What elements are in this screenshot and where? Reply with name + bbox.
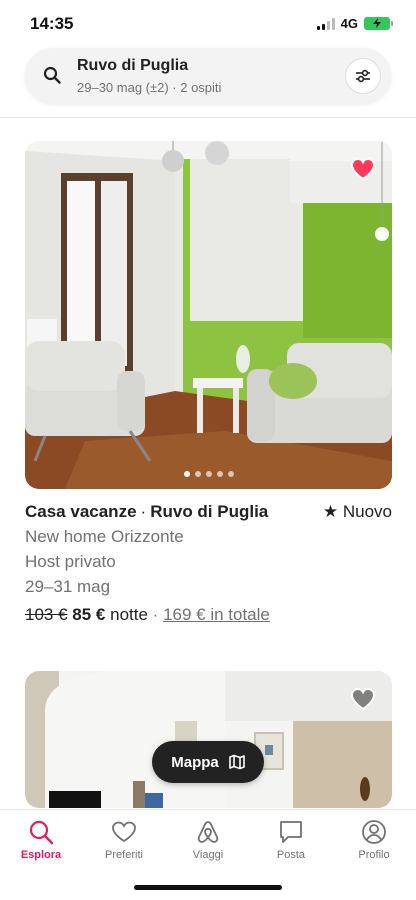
search-location: Ruvo di Puglia [77, 57, 189, 74]
heart-icon [112, 821, 136, 843]
listing-price: 103 € 85 € notte · 169 € in totale [25, 605, 392, 625]
profile-icon [362, 820, 386, 844]
favorite-heart-icon[interactable] [350, 157, 376, 181]
header-divider [0, 117, 416, 118]
search-icon [29, 820, 54, 845]
price-discounted: 85 € [72, 605, 106, 624]
title-separator: · [140, 502, 147, 521]
listing-category: Casa vacanze [25, 502, 137, 521]
filters-button[interactable] [345, 58, 381, 94]
filter-sliders-icon [356, 69, 370, 83]
map-icon [228, 754, 245, 770]
nav-label: Profilo [358, 849, 390, 861]
carousel-dot [183, 471, 190, 477]
price-unit: notte [110, 605, 148, 624]
carousel-dot [227, 471, 234, 477]
chat-icon [280, 821, 302, 843]
nav-item-posta[interactable]: Posta [251, 818, 331, 861]
map-button-label: Mappa [171, 753, 219, 771]
living-room-photo [25, 141, 392, 489]
carousel-dot [216, 471, 223, 477]
listing-host: Host privato [25, 552, 116, 571]
nav-label: Viaggi [192, 849, 224, 861]
listing-photo[interactable] [25, 671, 392, 808]
signal-icon [316, 17, 335, 30]
status-bar: 14:35 4G [0, 0, 416, 46]
battery-icon [364, 17, 393, 30]
price-separator: · [152, 605, 159, 624]
status-time: 14:35 [30, 14, 74, 33]
search-details: 29–30 mag (±2) · 2 ospiti [77, 80, 222, 95]
search-icon [43, 66, 61, 84]
map-button[interactable]: Mappa [152, 741, 264, 783]
carousel-dot [194, 471, 201, 477]
carousel-dot [205, 471, 212, 477]
nav-item-preferiti[interactable]: Preferiti [84, 818, 164, 861]
listing-title-row: Casa vacanze · Ruvo di Puglia ★ Nuovo [25, 502, 392, 522]
nav-label: Posta [276, 849, 306, 861]
listing-info[interactable]: Casa vacanze · Ruvo di Puglia ★ Nuovo New … [25, 502, 392, 625]
listing-title: Casa vacanze · Ruvo di Puglia [25, 502, 268, 522]
photo-carousel-dots [25, 471, 392, 477]
nav-item-viaggi[interactable]: Viaggi [168, 818, 248, 861]
nav-item-profilo[interactable]: Profilo [334, 818, 414, 861]
status-indicators: 4G [316, 16, 393, 31]
listing-location: Ruvo di Puglia [150, 502, 269, 521]
airbnb-logo-icon [197, 821, 219, 843]
star-icon: ★ [322, 502, 339, 521]
network-label: 4G [340, 16, 358, 31]
search-bar[interactable]: Ruvo di Puglia 29–30 mag (±2) · 2 ospiti [25, 48, 391, 104]
rating-label: Nuovo [342, 502, 392, 521]
home-indicator[interactable] [134, 885, 282, 890]
interior-photo [25, 671, 392, 808]
listing-name: New home Orizzonte [25, 527, 184, 546]
nav-item-esplora[interactable]: Esplora [1, 818, 81, 861]
nav-label: Esplora [20, 849, 62, 861]
listing-rating: ★ Nuovo [323, 502, 392, 522]
nav-label: Preferiti [105, 849, 143, 861]
price-original: 103 € [25, 605, 68, 624]
favorite-heart-icon[interactable] [350, 687, 376, 711]
price-total-link[interactable]: 169 € in totale [163, 605, 270, 624]
listing-dates: 29–31 mag [25, 577, 111, 596]
listing-photo[interactable] [25, 141, 392, 489]
